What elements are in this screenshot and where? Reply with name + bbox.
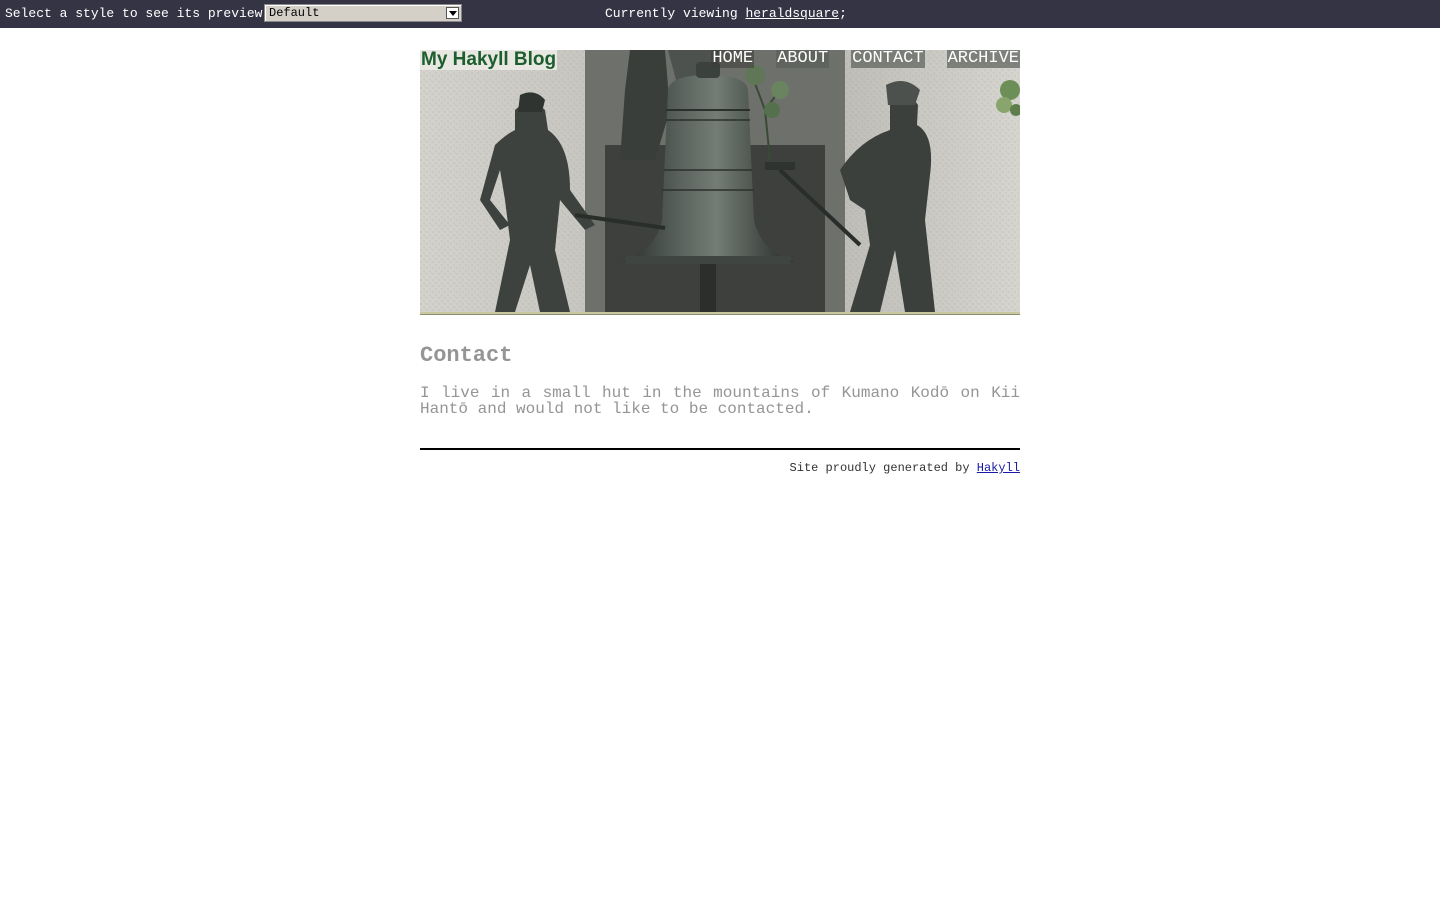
currently-viewing-prefix: Currently viewing (605, 6, 746, 21)
site-logo[interactable]: My Hakyll Blog (420, 50, 558, 70)
style-select-label: Select a style to see its preview: (5, 6, 271, 21)
chevron-down-icon[interactable] (446, 7, 459, 19)
style-switcher-bar: Select a style to see its preview: Defau… (0, 0, 1440, 28)
style-select-value: Default (269, 6, 320, 20)
nav-contact[interactable]: CONTACT (851, 50, 925, 68)
page-container: My Hakyll Blog HOME ABOUT CONTACT ARCHIV… (420, 50, 1020, 475)
current-style-link[interactable]: heraldsquare (745, 6, 839, 21)
site-footer: Site proudly generated by Hakyll (420, 448, 1020, 475)
nav-archive[interactable]: ARCHIVE (946, 50, 1020, 68)
nav-about[interactable]: ABOUT (776, 50, 830, 68)
style-select-dropdown[interactable]: Default (264, 4, 462, 22)
footer-text: Site proudly generated by (789, 461, 977, 475)
currently-viewing-suffix: ; (839, 6, 847, 21)
page-body-text: I live in a small hut in the mountains o… (420, 384, 1020, 418)
nav-home[interactable]: HOME (711, 50, 755, 68)
site-header: My Hakyll Blog HOME ABOUT CONTACT ARCHIV… (420, 50, 1020, 312)
page-title: Contact (420, 343, 513, 368)
hakyll-link[interactable]: Hakyll (977, 461, 1020, 475)
header-banner-image (420, 50, 1020, 312)
currently-viewing: Currently viewing heraldsquare; (605, 6, 847, 21)
main-content: Contact I live in a small hut in the mou… (420, 315, 1020, 417)
main-nav: HOME ABOUT CONTACT ARCHIVE (689, 50, 1020, 68)
